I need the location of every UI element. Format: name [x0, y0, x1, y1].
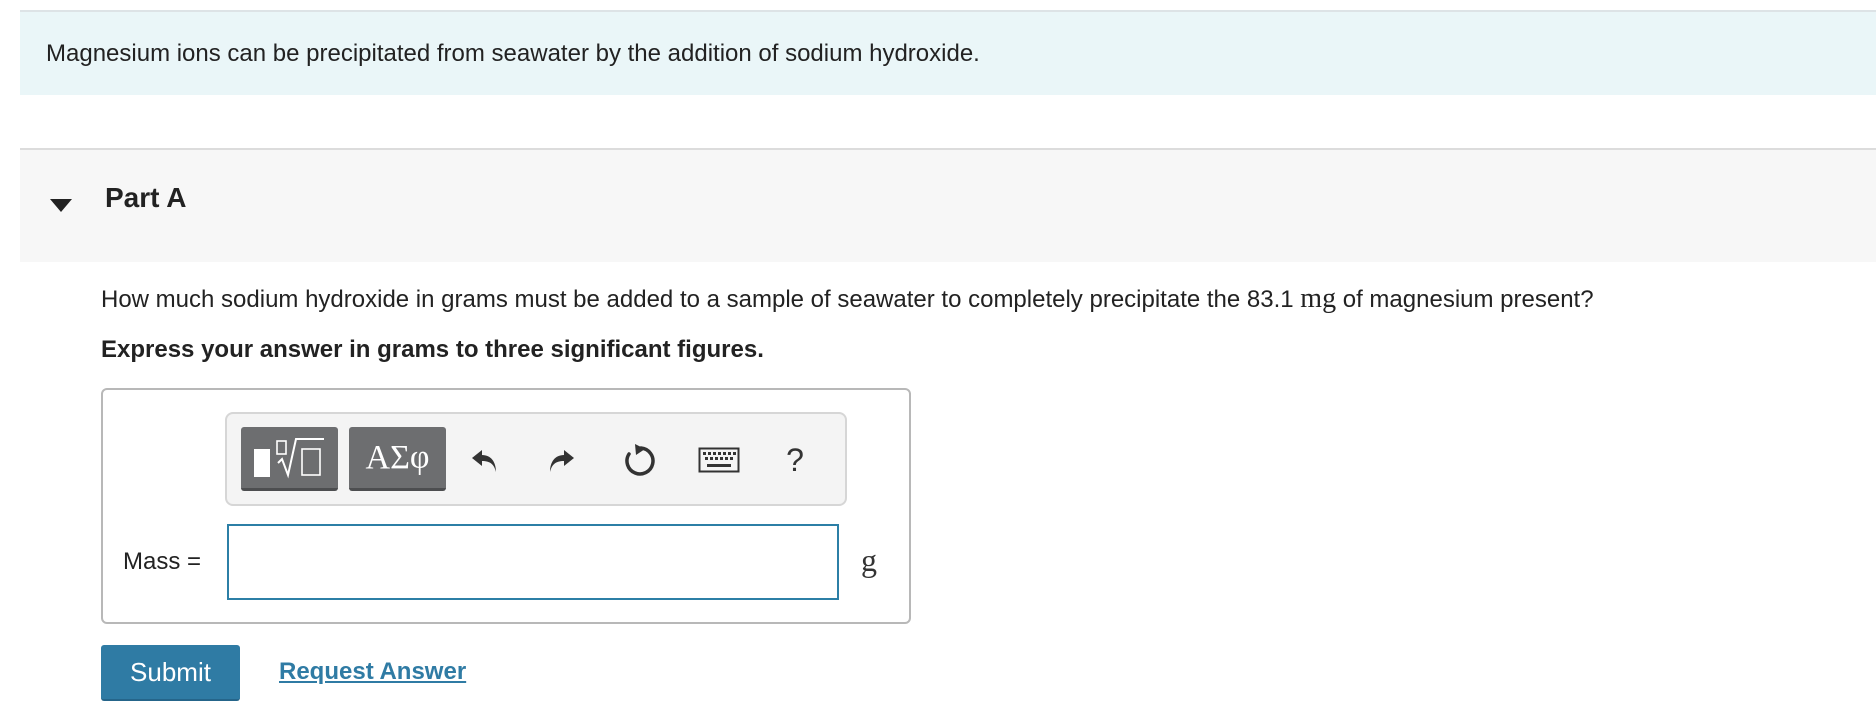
intro-text: Magnesium ions can be precipitated from …	[46, 40, 980, 67]
templates-icon	[253, 437, 324, 479]
part-title: Part A	[105, 182, 187, 213]
question-text-after: of magnesium present?	[1336, 286, 1594, 313]
intro-panel: Magnesium ions can be precipitated from …	[20, 10, 1876, 95]
answer-box: ΑΣφ ? Mass = g	[101, 388, 911, 624]
page: Magnesium ions can be precipitated from …	[0, 0, 1876, 714]
reset-icon[interactable]	[617, 438, 661, 482]
keyboard-icon[interactable]	[695, 438, 743, 482]
undo-icon[interactable]	[463, 438, 507, 482]
question-text-before: How much sodium hydroxide in grams must …	[101, 286, 1301, 313]
question-text: How much sodium hydroxide in grams must …	[101, 283, 1594, 315]
redo-icon[interactable]	[539, 438, 583, 482]
question-unit: mg	[1300, 283, 1337, 314]
caret-down-icon[interactable]	[46, 191, 76, 221]
mass-input[interactable]	[227, 524, 839, 600]
symbols-button[interactable]: ΑΣφ	[349, 427, 446, 491]
mass-label: Mass =	[123, 548, 202, 575]
instruction-text: Express your answer in grams to three si…	[101, 336, 764, 363]
part-header[interactable]: Part A	[20, 148, 1876, 262]
templates-button[interactable]	[241, 427, 338, 491]
submit-button[interactable]: Submit	[101, 645, 240, 701]
math-toolbar: ΑΣφ ?	[225, 412, 847, 506]
request-answer-link[interactable]: Request Answer	[279, 658, 466, 686]
mass-unit: g	[861, 542, 877, 578]
help-button[interactable]: ?	[773, 438, 817, 482]
